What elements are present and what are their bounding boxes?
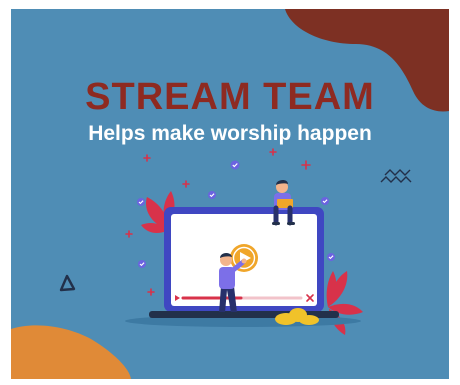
right-leaves	[326, 271, 363, 335]
check-icon	[230, 160, 240, 170]
check-icon	[137, 198, 145, 206]
zigzag-icon	[380, 169, 412, 183]
streaming-illustration	[59, 148, 412, 335]
check-icon	[138, 260, 146, 268]
triangle-outline-icon	[59, 274, 76, 292]
check-icon	[321, 197, 329, 205]
page-frame: STREAM TEAM Helps make worship happen	[0, 0, 460, 385]
check-icon	[327, 253, 335, 261]
stream-team-banner: STREAM TEAM Helps make worship happen	[11, 9, 449, 379]
check-icon	[208, 191, 216, 199]
